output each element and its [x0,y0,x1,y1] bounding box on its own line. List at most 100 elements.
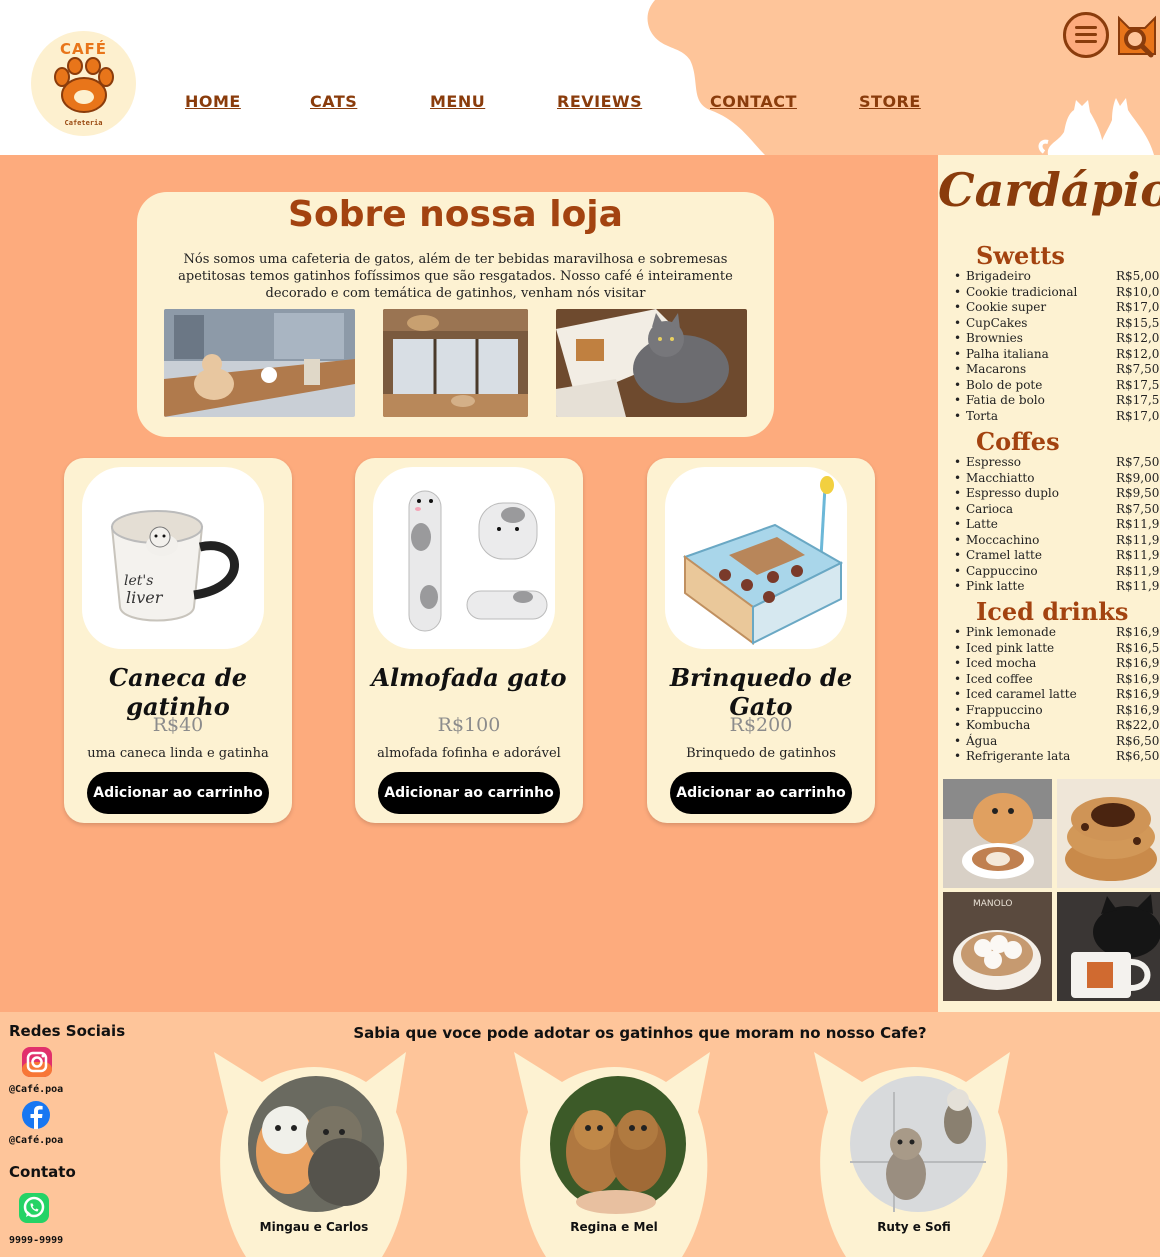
bullet: • [954,718,962,732]
bullet: • [954,455,962,469]
menu-item-name: CupCakes [966,315,1028,330]
menu-item-price: R$6,50 [1116,749,1160,763]
nav-cats[interactable]: CATS [310,92,357,111]
menu-item-price: R$17,00 [1116,408,1160,423]
menu-item-name: Iced caramel latte [966,687,1077,701]
facebook-icon[interactable] [21,1100,51,1130]
menu-section-title: Coffes [976,427,1060,456]
adoption-title: Sabia que voce pode adotar os gatinhos q… [353,1024,927,1042]
bullet: • [954,408,962,423]
instagram-icon[interactable] [21,1046,53,1078]
product-name: Brinquedo de Gato [669,663,853,721]
adoption-card-3[interactable]: Ruty e Sofi [814,1052,1014,1257]
bullet: • [954,393,962,407]
menu-item-name: Cookie tradicional [966,284,1078,299]
bullet: • [954,548,962,562]
cat-search-icon[interactable] [1115,14,1160,58]
logo[interactable]: CAFÉ Cafeteria [31,31,136,136]
menu-item-price: R$9,50 [1116,486,1160,500]
bullet: • [954,563,962,578]
add-to-cart-button[interactable]: Adicionar ao carrinho [670,772,852,814]
menu-item-price: R$6,50 [1116,733,1160,748]
menu-item-price: R$7,50 [1116,455,1160,469]
cat-pair-name: Regina e Mel [570,1220,658,1234]
cat-pair-name: Mingau e Carlos [259,1220,369,1234]
menu-item: • Brownies R$12,00 [954,330,1160,346]
menu-item-price: R$11,90 [1116,532,1160,547]
menu-item-price: R$16,90 [1116,702,1160,717]
menu-item: • Fatia de bolo R$17,50 [954,392,1160,408]
hamburger-menu-button[interactable] [1063,12,1109,58]
nav-store[interactable]: STORE [859,92,921,111]
instagram-handle[interactable]: @Café.poa [9,1084,63,1095]
add-to-cart-button[interactable]: Adicionar ao carrinho [378,772,560,814]
bullet: • [954,656,962,670]
menu-item-price: R$17,50 [1116,377,1160,392]
bullet: • [954,579,962,593]
menu-item-price: R$11,90 [1116,579,1160,593]
nav-menu[interactable]: MENU [430,92,485,111]
menu-item-name: Torta [966,408,999,423]
product-card-mug: let's liver Caneca de gatinho R$40 uma c… [64,458,292,823]
menu-item: • Refrigerante lata R$6,50 [954,748,1160,764]
menu-item: • Iced caramel latte R$16,90 [954,686,1160,702]
cats-silhouette-icon [1038,98,1154,155]
menu-item-price: R$16,90 [1116,656,1160,670]
menu-item-name: Iced coffee [966,671,1033,686]
whatsapp-icon[interactable] [18,1192,50,1224]
bullet: • [954,331,962,345]
product-image-toy [665,467,847,649]
menu-item-name: Bolo de pote [966,377,1043,392]
menu-item-price: R$12,00 [1116,346,1160,361]
bullet: • [954,749,962,763]
svg-text:liver: liver [126,588,164,607]
bullet: • [954,377,962,392]
menu-item: • Macchiatto R$9,00 [954,470,1160,486]
menu-item-name: Cramel latte [966,548,1042,562]
menu-item-name: Latte [966,517,998,531]
menu-item-price: R$16,90 [1116,625,1160,639]
bullet: • [954,315,962,330]
menu-item-price: R$7,50 [1116,501,1160,516]
adoption-card-2[interactable]: Regina e Mel [514,1052,714,1257]
menu-title: Cardápio [938,163,1160,217]
adoption-card-1[interactable]: Mingau e Carlos [214,1052,414,1257]
menu-item-name: Iced pink latte [966,640,1055,655]
menu-item-price: R$5,00 [1116,269,1160,283]
menu-item-name: Pink lemonade [966,625,1056,639]
logo-subtitle: Cafeteria [64,119,103,127]
menu-section-title: Iced drinks [976,597,1129,626]
menu-item: • Água R$6,50 [954,733,1160,749]
bullet: • [954,733,962,748]
menu-item-name: Refrigerante lata [966,749,1071,763]
add-to-cart-button[interactable]: Adicionar ao carrinho [87,772,269,814]
menu-item-name: Macchiatto [966,470,1035,485]
menu-item-price: R$17,50 [1116,393,1160,407]
menu-item: • Brigadeiro R$5,00 [954,268,1160,284]
menu-item-name: Frappuccino [966,702,1043,717]
menu-item: • Cookie tradicional R$10,00 [954,284,1160,300]
bullet: • [954,300,962,314]
social-title: Redes Sociais [9,1022,126,1040]
menu-item-price: R$12,00 [1116,331,1160,345]
menu-item-name: Macarons [966,362,1027,376]
nav-reviews[interactable]: REVIEWS [557,92,642,111]
nav-contact[interactable]: CONTACT [710,92,797,111]
menu-item-price: R$9,00 [1116,470,1160,485]
product-image-pillow [373,467,555,649]
cat-pair-name: Ruty e Sofi [877,1220,951,1234]
phone-number: 9999-9999 [9,1235,64,1246]
nav-home[interactable]: HOME [185,92,241,111]
bullet: • [954,625,962,639]
menu-item-price: R$17,00 [1116,300,1160,314]
menu-item-name: Iced mocha [966,656,1037,670]
facebook-handle[interactable]: @Café.poa [9,1135,63,1146]
menu-item-name: Kombucha [966,718,1031,732]
bullet: • [954,486,962,500]
menu-item-name: Espresso [966,455,1021,469]
bullet: • [954,687,962,701]
about-text: Nós somos uma cafeteria de gatos, além d… [178,252,733,301]
menu-item-price: R$7,50 [1116,362,1160,376]
svg-text:let's: let's [124,573,153,589]
cafe-photo-interior [383,309,528,417]
